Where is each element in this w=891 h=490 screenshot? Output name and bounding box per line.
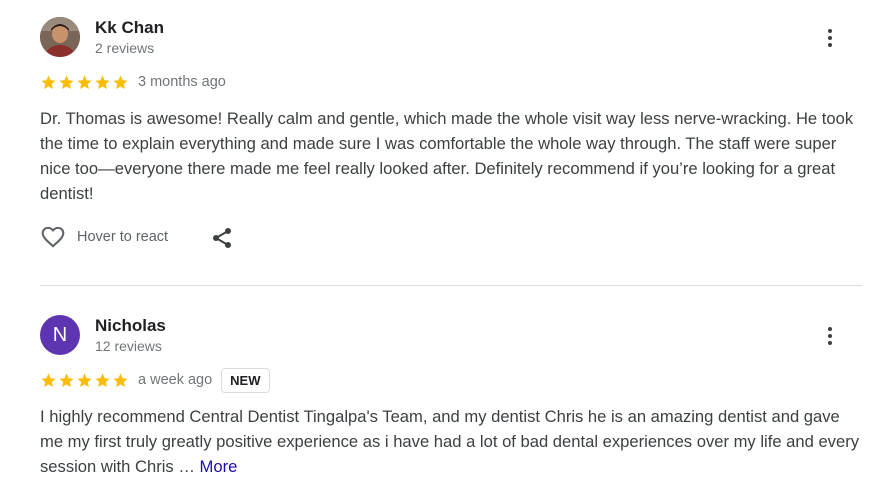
heart-outline-icon — [41, 226, 65, 248]
reviewer-review-count: 2 reviews — [95, 40, 155, 56]
review-text: Dr. Thomas is awesome! Really calm and g… — [40, 109, 854, 203]
review-header: Kk Chan 2 reviews — [40, 16, 862, 60]
reviewer-name[interactable]: Kk Chan — [95, 18, 164, 38]
review-actions: Hover to react — [40, 224, 862, 254]
review-header: N Nicholas 12 reviews — [40, 314, 862, 358]
more-vert-icon — [828, 327, 832, 331]
review-divider — [40, 285, 862, 286]
avatar[interactable] — [40, 17, 80, 57]
more-vert-icon — [828, 29, 832, 33]
share-icon — [213, 228, 231, 248]
avatar-letter: N — [52, 323, 68, 346]
review-text-body: I highly recommend Central Dentist Tinga… — [40, 407, 860, 476]
review-meta: a week ago NEW — [40, 366, 862, 394]
more-link[interactable]: More — [200, 457, 238, 476]
share-button[interactable] — [210, 226, 234, 250]
review-card: N Nicholas 12 reviews a week ago NEW I h… — [40, 314, 862, 479]
star-icon — [113, 74, 128, 89]
star-icon — [113, 372, 128, 387]
star-icon — [59, 74, 74, 89]
star-icon — [59, 372, 74, 387]
star-icon — [77, 74, 92, 89]
review-date: 3 months ago — [138, 74, 226, 90]
star-rating — [40, 372, 129, 389]
star-icon — [95, 74, 110, 89]
star-icon — [95, 372, 110, 387]
avatar[interactable]: N — [40, 315, 80, 355]
review-card: Kk Chan 2 reviews 3 months ago Dr. Thoma… — [40, 16, 862, 254]
react-button[interactable]: Hover to react — [40, 224, 168, 250]
review-date: a week ago — [138, 372, 213, 388]
star-icon — [41, 372, 56, 387]
new-badge: NEW — [221, 367, 270, 393]
star-icon — [41, 74, 56, 89]
react-label: Hover to react — [77, 229, 169, 245]
reviewer-review-count: 12 reviews — [95, 338, 162, 354]
more-options-button[interactable] — [822, 324, 838, 350]
star-icon — [77, 372, 92, 387]
review-meta: 3 months ago — [40, 68, 862, 96]
more-options-button[interactable] — [822, 26, 838, 52]
reviewer-name[interactable]: Nicholas — [95, 316, 166, 336]
review-text: I highly recommend Central Dentist Tinga… — [40, 404, 862, 479]
star-rating — [40, 74, 129, 91]
